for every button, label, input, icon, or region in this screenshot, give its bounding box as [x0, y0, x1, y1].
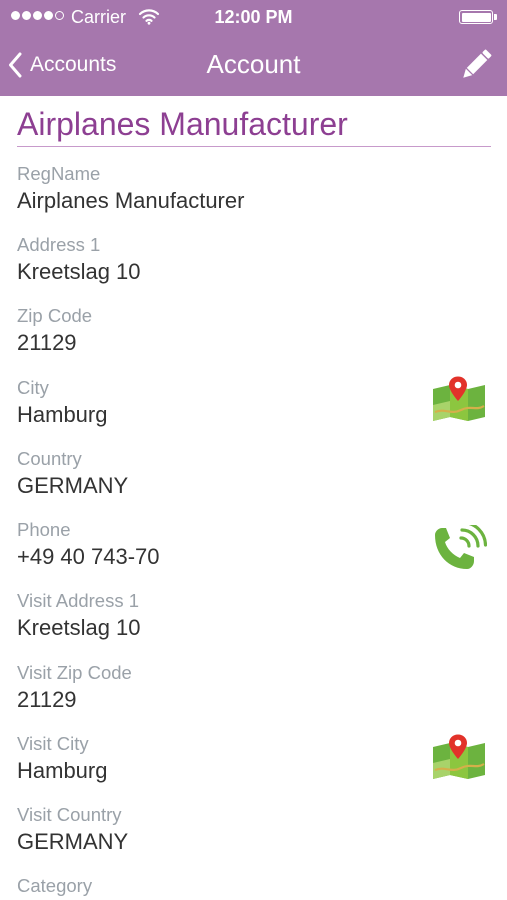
field-value: 21129 [17, 330, 77, 355]
navigation-bar: Accounts Account [0, 34, 507, 96]
pencil-icon[interactable] [457, 46, 495, 84]
field-label: Address 1 [17, 234, 101, 255]
chevron-left-icon [9, 52, 22, 78]
field-label: Visit Country [17, 804, 122, 825]
field-value: +49 40 743-70 [17, 544, 160, 569]
field-label: Category [17, 875, 93, 896]
field-zip-code: Zip Code 21129 [17, 305, 417, 357]
phone-icon[interactable] [431, 525, 487, 571]
field-category: Category [17, 875, 417, 899]
field-value: Hamburg [17, 758, 108, 783]
field-value: Hamburg [17, 402, 108, 427]
field-value: Airplanes Manufacturer [17, 188, 245, 213]
field-value: 21129 [17, 687, 77, 712]
field-address-1: Address 1 Kreetslag 10 [17, 234, 417, 286]
field-value: Kreetslag 10 [17, 259, 141, 284]
field-label: Visit Zip Code [17, 662, 132, 683]
field-visit-country: Visit Country GERMANY [17, 804, 417, 856]
field-label: Phone [17, 519, 71, 540]
account-name-title: Airplanes Manufacturer [17, 106, 348, 142]
field-label: Country [17, 448, 82, 469]
status-bar: Carrier 12:00 PM [0, 0, 507, 34]
battery-tip [494, 14, 497, 20]
field-regname: RegName Airplanes Manufacturer [17, 163, 417, 215]
field-label: Visit Address 1 [17, 590, 140, 611]
account-detail: Airplanes Manufacturer RegName Airplanes… [0, 96, 507, 900]
field-label: Zip Code [17, 305, 93, 326]
field-label: Visit City [17, 733, 89, 754]
title-divider [17, 146, 491, 147]
battery-icon [459, 10, 497, 24]
field-value: GERMANY [17, 829, 129, 854]
back-button-label: Accounts [30, 53, 117, 76]
field-country: Country GERMANY [17, 448, 417, 500]
field-label: City [17, 377, 49, 398]
field-visit-city: Visit City Hamburg [17, 733, 417, 785]
back-button[interactable]: Accounts [8, 48, 116, 82]
field-visit-zip-code: Visit Zip Code 21129 [17, 662, 417, 714]
map-icon[interactable] [431, 375, 487, 421]
field-value: Kreetslag 10 [17, 615, 141, 640]
field-label: RegName [17, 163, 101, 184]
map-icon[interactable] [431, 733, 487, 779]
field-city: City Hamburg [17, 377, 417, 429]
field-value: GERMANY [17, 473, 129, 498]
header: Carrier 12:00 PM Accounts Account [0, 0, 507, 96]
battery-level [461, 12, 491, 22]
field-phone: Phone +49 40 743-70 [17, 519, 417, 571]
status-time: 12:00 PM [214, 7, 293, 27]
field-visit-address-1: Visit Address 1 Kreetslag 10 [17, 590, 417, 642]
